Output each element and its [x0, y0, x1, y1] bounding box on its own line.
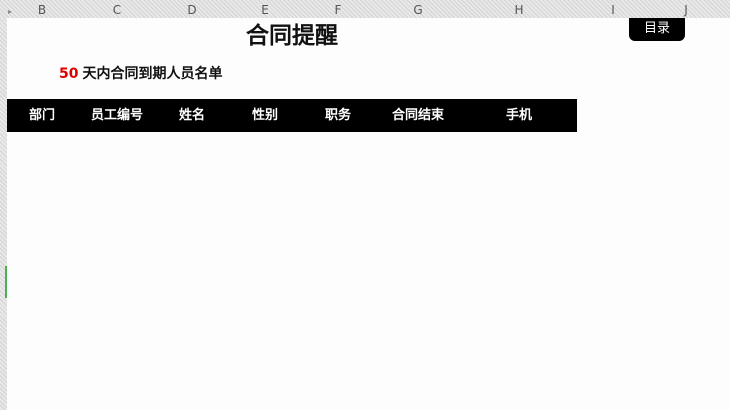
active-row-marker: [5, 266, 7, 298]
subtitle-text: 天内合同到期人员名单: [82, 66, 223, 82]
subtitle: 50 天内合同到期人员名单: [59, 64, 222, 84]
header-employee-id: 员工编号: [90, 108, 144, 123]
column-header-h[interactable]: H: [507, 3, 531, 17]
page-title: 合同提醒: [246, 23, 338, 49]
column-header-e[interactable]: E: [253, 3, 277, 17]
column-header-d[interactable]: D: [180, 3, 204, 17]
column-header-j[interactable]: J: [674, 3, 698, 17]
row-header-bar: [0, 18, 7, 410]
header-contract-end: 合同结束: [391, 108, 445, 123]
header-name: 姓名: [178, 108, 206, 123]
column-header-i[interactable]: I: [601, 3, 625, 17]
select-all-triangle-icon[interactable]: [0, 0, 12, 18]
days-value[interactable]: 50: [59, 66, 78, 82]
column-header-g[interactable]: G: [406, 3, 430, 17]
column-header-c[interactable]: C: [105, 3, 129, 17]
column-header-f[interactable]: F: [326, 3, 350, 17]
header-gender: 性别: [251, 108, 279, 123]
toc-button[interactable]: 目录: [629, 18, 685, 41]
header-mobile: 手机: [505, 108, 533, 123]
header-position: 职务: [324, 108, 352, 123]
column-header-b[interactable]: B: [30, 3, 54, 17]
table-header-row: 部门 员工编号 姓名 性别 职务 合同结束 手机: [7, 99, 577, 132]
header-department: 部门: [28, 108, 56, 123]
